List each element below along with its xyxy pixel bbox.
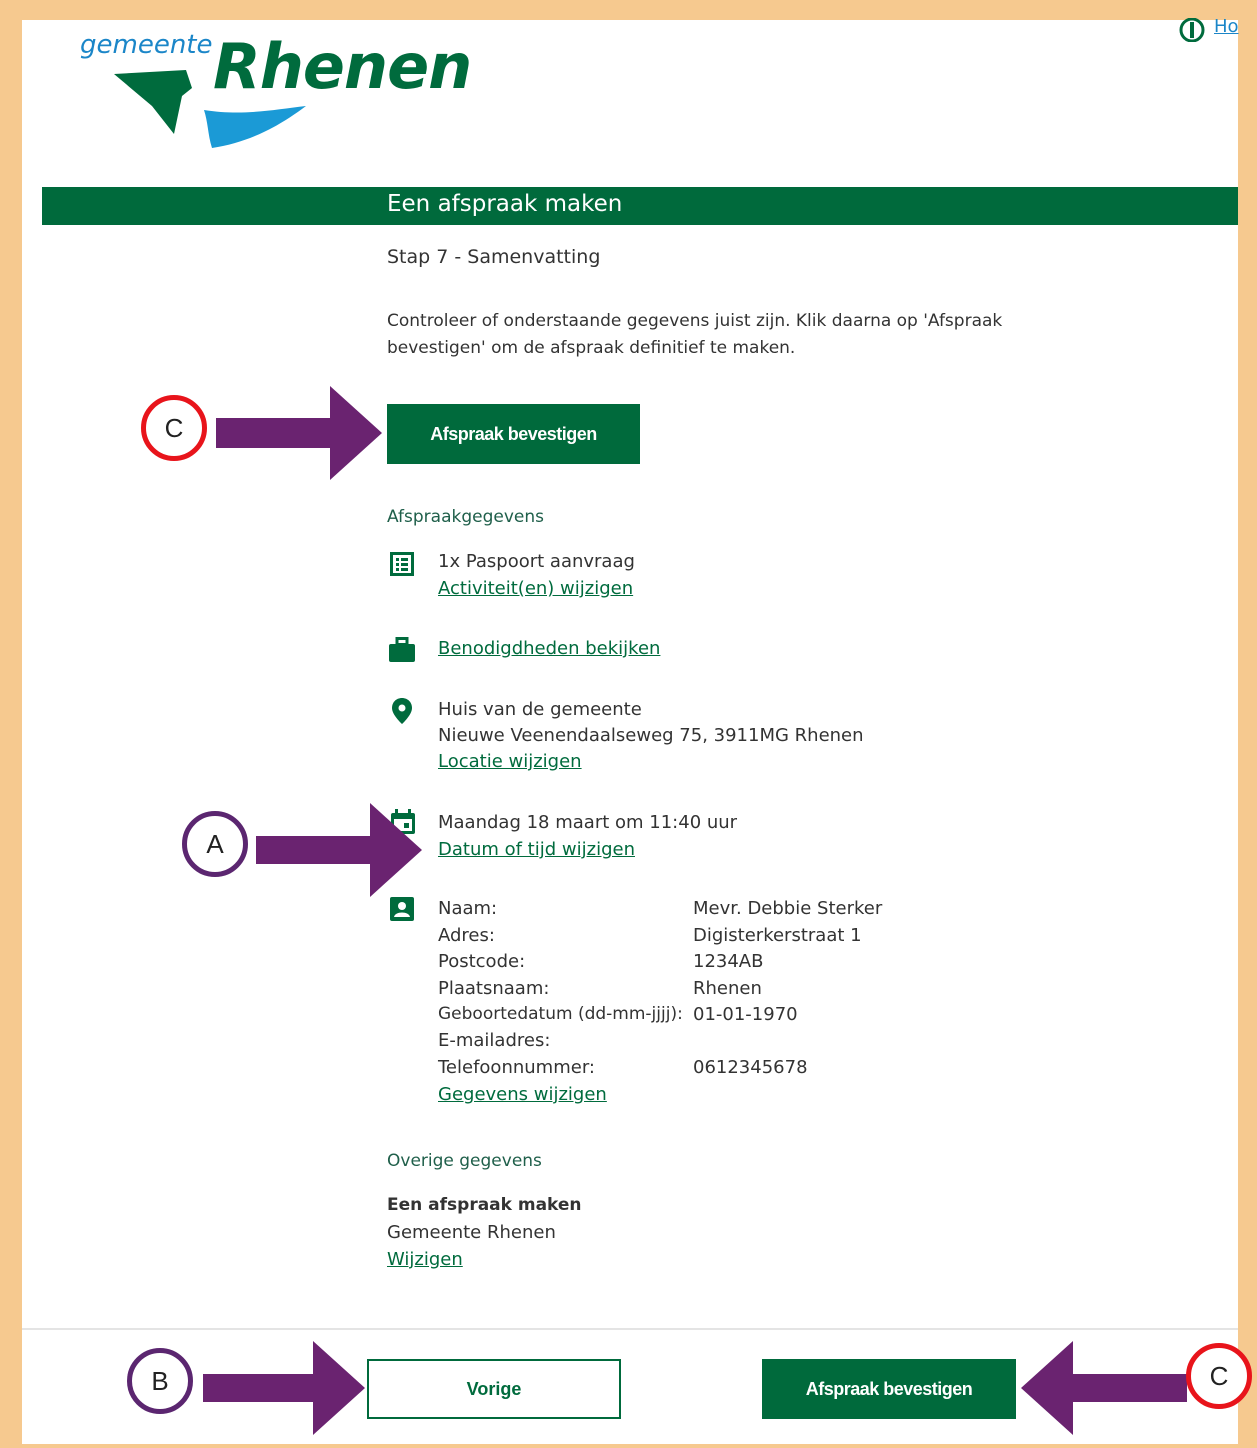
label-city: Plaatsnaam: [438,978,550,999]
value-address: Digisterkerstraat 1 [693,925,862,946]
page-title: Een afspraak maken [387,191,623,217]
view-requirements-link[interactable]: Benodigdheden bekijken [438,638,660,659]
other-title: Een afspraak maken [387,1195,582,1215]
label-name: Naam: [438,898,498,919]
title-banner [42,187,1238,225]
top-link[interactable]: Ho [1214,16,1239,37]
intro-line-1: Controleer of onderstaande gegevens juis… [387,311,1003,331]
location-pin-icon [392,698,412,724]
annotation-arrow-b [203,1341,365,1435]
annotation-arrow-c-top [216,386,382,480]
annotation-label-b: B [127,1348,193,1414]
briefcase-icon [389,637,415,662]
value-postcode: 1234AB [693,951,764,972]
location-address: Nieuwe Veenendaalseweg 75, 3911MG Rhenen [438,725,864,746]
logo-gemeente-text: gemeente [80,30,213,60]
change-activities-link[interactable]: Activiteit(en) wijzigen [438,578,633,599]
step-indicator: Stap 7 - Samenvatting [387,246,601,268]
home-icon [1179,18,1205,42]
change-datetime-link[interactable]: Datum of tijd wijzigen [438,839,635,860]
annotation-label-c-top: C [141,395,207,461]
appointment-section-title: Afspraakgegevens [387,507,544,527]
value-birthdate: 01-01-1970 [693,1004,798,1025]
contact-card-icon [390,897,414,921]
previous-button[interactable]: Vorige [367,1359,621,1419]
value-city: Rhenen [693,978,762,999]
other-section-title: Overige gegevens [387,1151,542,1171]
change-location-link[interactable]: Locatie wijzigen [438,751,582,772]
other-subtitle: Gemeente Rhenen [387,1222,556,1243]
change-personal-data-link[interactable]: Gegevens wijzigen [438,1084,607,1105]
value-name: Mevr. Debbie Sterker [693,898,883,919]
confirm-appointment-button-top[interactable]: Afspraak bevestigen [387,404,640,464]
location-name: Huis van de gemeente [438,699,642,720]
label-postcode: Postcode: [438,951,526,972]
annotation-arrow-c-bottom [1021,1341,1187,1435]
annotation-label-a: A [182,811,248,877]
logo-shape-icon [114,70,306,148]
label-email: E-mailadres: [438,1030,551,1051]
label-address: Adres: [438,925,495,946]
activity-text: 1x Paspoort aanvraag [438,551,635,572]
label-phone: Telefoonnummer: [438,1057,595,1078]
list-icon [390,552,414,576]
value-phone: 0612345678 [693,1057,808,1078]
other-change-link[interactable]: Wijzigen [387,1249,463,1270]
annotation-arrow-a [256,803,422,897]
confirm-appointment-button-bottom[interactable]: Afspraak bevestigen [762,1359,1016,1419]
appointment-datetime: Maandag 18 maart om 11:40 uur [438,812,738,833]
label-birthdate: Geboortedatum (dd-mm-jjjj): [438,1004,683,1024]
annotation-label-c-bottom: C [1186,1343,1252,1409]
intro-line-2: bevestigen' om de afspraak definitief te… [387,338,796,358]
